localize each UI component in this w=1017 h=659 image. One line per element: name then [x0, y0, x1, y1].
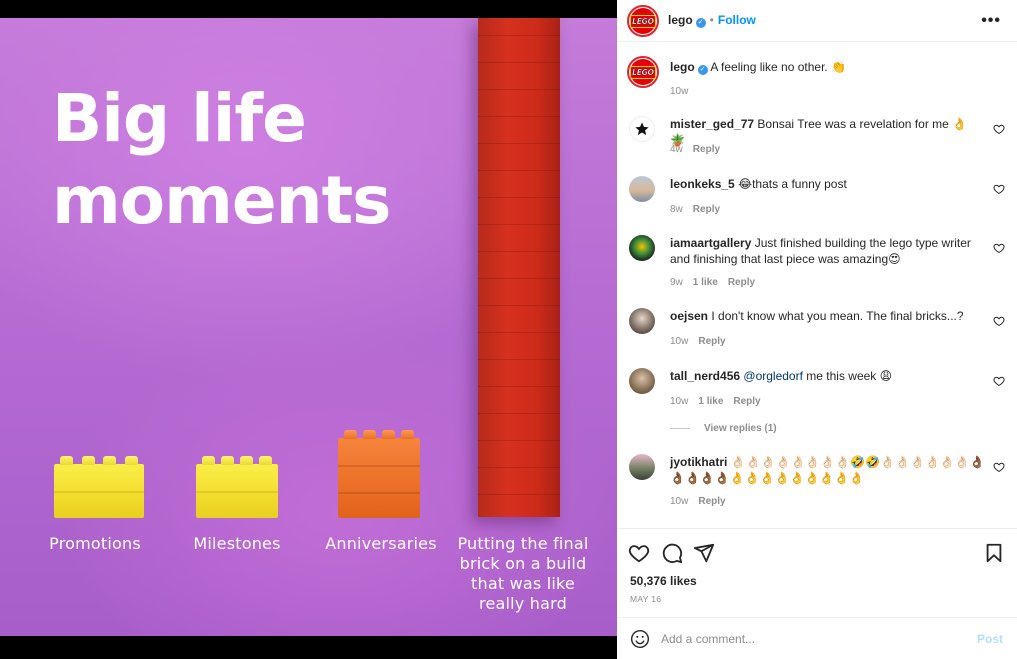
- bookmark-icon[interactable]: [983, 542, 1005, 564]
- instagram-post-modal: Big life moments Promotions Milestones A…: [0, 0, 1017, 659]
- post-actions: 50,376 likes MAY 16: [617, 528, 1017, 618]
- reply-button[interactable]: Reply: [698, 336, 725, 347]
- reply-button[interactable]: Reply: [698, 496, 725, 507]
- reply-button[interactable]: Reply: [693, 144, 720, 155]
- caption-final-brick-line-1: Putting the final: [457, 534, 589, 553]
- comment-text: 😂thats a funny post: [738, 177, 847, 191]
- reply-button[interactable]: Reply: [733, 396, 760, 407]
- yellow-brick-promotions: [54, 456, 144, 518]
- caption-username[interactable]: lego: [670, 60, 695, 74]
- caption-final-brick-line-4: really hard: [479, 594, 567, 613]
- headline-line-1: Big life: [52, 80, 307, 157]
- post-date[interactable]: MAY 16: [630, 594, 661, 604]
- add-comment-bar: Add a comment... Post: [617, 617, 1017, 659]
- comment-likes[interactable]: 1 like: [693, 277, 718, 288]
- view-replies-label: View replies (1): [704, 423, 777, 434]
- lego-logo: LEGO: [630, 14, 656, 28]
- reply-button[interactable]: Reply: [728, 277, 755, 288]
- image-headline: Big life moments: [52, 78, 391, 242]
- caption-final-brick-line-3: that was like: [471, 574, 575, 593]
- comment-avatar[interactable]: [629, 368, 655, 394]
- heart-icon[interactable]: [993, 242, 1005, 254]
- reply-button[interactable]: Reply: [693, 204, 720, 215]
- heart-icon[interactable]: [993, 123, 1005, 135]
- caption-final-brick-line-2: brick on a build: [459, 554, 587, 573]
- comment-username[interactable]: iamaartgallery: [670, 236, 751, 250]
- orange-brick-anniversaries: [338, 430, 420, 518]
- comment-username[interactable]: oejsen: [670, 309, 708, 323]
- comment-text: me this week 😩: [806, 369, 893, 383]
- comment-likes[interactable]: 1 like: [698, 396, 723, 407]
- verified-badge-icon: ✓: [697, 65, 708, 75]
- comment-avatar[interactable]: [629, 176, 655, 202]
- heart-icon[interactable]: [993, 375, 1005, 387]
- heart-icon[interactable]: [993, 183, 1005, 195]
- replies-divider: [670, 427, 690, 429]
- comment-text: I don't know what you mean. The final br…: [711, 309, 964, 323]
- lego-avatar[interactable]: LEGO: [627, 5, 659, 37]
- comment-time[interactable]: 9w: [670, 277, 683, 288]
- caption-text: A feeling like no other. 👏: [710, 60, 847, 74]
- like-heart-icon[interactable]: [628, 542, 650, 564]
- follow-button[interactable]: Follow: [718, 13, 756, 27]
- view-replies-button[interactable]: View replies (1): [670, 423, 777, 434]
- headline-line-2: moments: [52, 162, 391, 239]
- comment-time[interactable]: 10w: [670, 396, 688, 407]
- header-separator: •: [709, 13, 714, 27]
- post-media-pane: Big life moments Promotions Milestones A…: [0, 0, 617, 659]
- comment-input[interactable]: Add a comment...: [661, 632, 755, 646]
- comment-avatar[interactable]: [629, 454, 655, 480]
- red-brick-tower: [478, 18, 560, 517]
- header-username[interactable]: lego: [668, 13, 693, 27]
- caption-time[interactable]: 10w: [670, 86, 688, 97]
- likes-count[interactable]: 50,376 likes: [630, 574, 697, 588]
- post-info-pane: LEGO lego ✓ • Follow ••• LEGO lego ✓ A feeli…: [617, 0, 1017, 659]
- caption-final-brick: Putting the final brick on a build that …: [448, 534, 598, 614]
- emoji-smiley-icon[interactable]: [630, 629, 650, 649]
- verified-badge-icon: ✓: [695, 18, 706, 28]
- comment-username[interactable]: mister_ged_77: [670, 117, 754, 131]
- more-options-button[interactable]: •••: [981, 12, 1001, 30]
- caption-anniversaries: Anniversaries: [325, 534, 437, 553]
- comment-mention[interactable]: @orgledorf: [743, 369, 803, 383]
- comment-time[interactable]: 10w: [670, 496, 688, 507]
- comment-bubble-icon[interactable]: [661, 542, 683, 564]
- comment-time[interactable]: 8w: [670, 204, 683, 215]
- caption-milestones: Milestones: [193, 534, 281, 553]
- lego-logo-small: LEGO: [630, 65, 656, 79]
- comment-username[interactable]: tall_nerd456: [670, 369, 740, 383]
- comment-time[interactable]: 10w: [670, 336, 688, 347]
- lego-avatar-small[interactable]: LEGO: [627, 56, 659, 88]
- post-header: LEGO lego ✓ • Follow •••: [617, 0, 1017, 42]
- heart-icon[interactable]: [993, 461, 1005, 473]
- yellow-brick-milestones: [196, 456, 278, 518]
- comment-username[interactable]: jyotikhatri: [670, 455, 727, 469]
- comment-time[interactable]: 4w: [670, 144, 683, 155]
- comment-username[interactable]: leonkeks_5: [670, 177, 735, 191]
- share-send-icon[interactable]: [693, 542, 715, 564]
- heart-icon[interactable]: [993, 315, 1005, 327]
- caption-promotions: Promotions: [49, 534, 141, 553]
- comment-avatar[interactable]: [629, 308, 655, 334]
- comment-avatar[interactable]: [629, 235, 655, 261]
- post-comment-button[interactable]: Post: [977, 632, 1003, 646]
- star-icon: [635, 122, 649, 136]
- comment-avatar[interactable]: [629, 116, 655, 142]
- post-image[interactable]: Big life moments Promotions Milestones A…: [0, 18, 617, 636]
